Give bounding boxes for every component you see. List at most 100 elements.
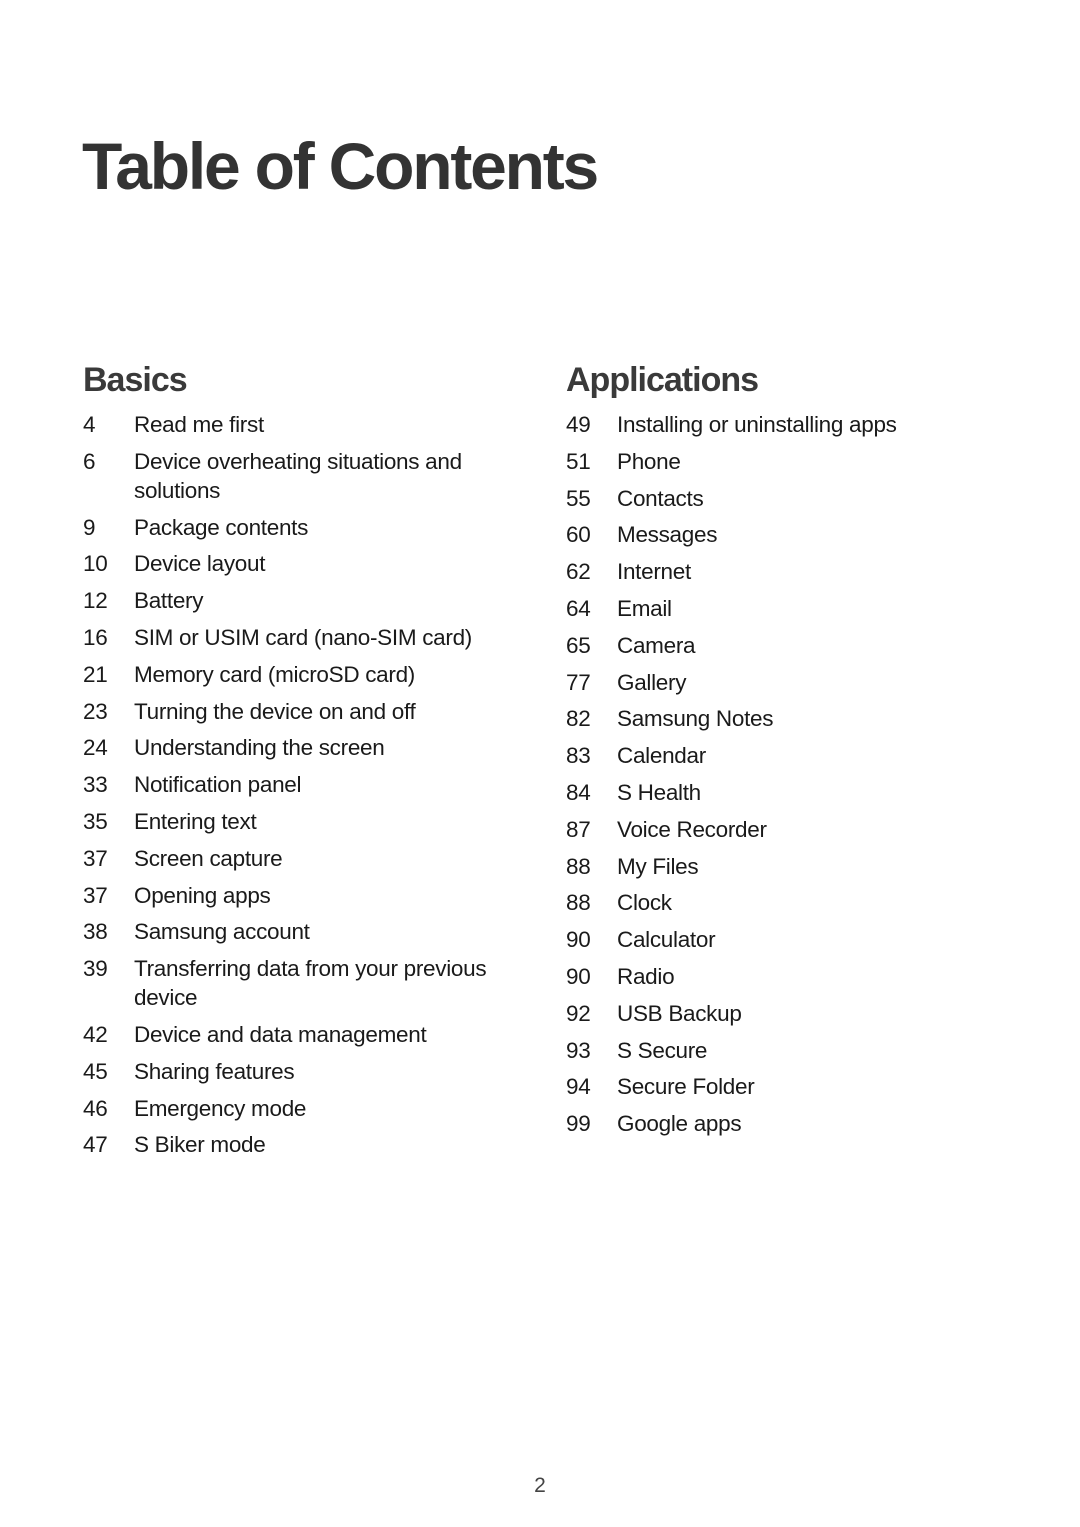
toc-entry[interactable]: 92 USB Backup <box>566 999 1006 1028</box>
toc-entry-label: Read me first <box>134 412 264 437</box>
toc-page-number: 23 <box>83 698 108 724</box>
toc-page-number: 16 <box>83 624 108 650</box>
toc-entry-label: S Health <box>617 779 701 805</box>
toc-entry[interactable]: 9 Package contents <box>83 513 513 542</box>
toc-entry-label: Samsung Notes <box>617 706 774 732</box>
toc-entry[interactable]: 35 Entering text <box>83 807 513 836</box>
toc-page-number: 62 <box>566 559 591 585</box>
toc-entry-label: Calculator <box>617 927 716 953</box>
toc-entry[interactable]: 90 Radio <box>566 962 1006 991</box>
toc-entry[interactable]: 45 Sharing features <box>83 1057 513 1086</box>
toc-entry[interactable]: 62 Internet <box>566 557 1006 586</box>
toc-entry-label: My Files <box>617 853 699 879</box>
toc-page-number: 87 <box>566 816 591 842</box>
toc-entry-label: Turning the device on and off <box>134 698 416 724</box>
toc-entry-label: Notification panel <box>134 772 302 798</box>
toc-entry[interactable]: 88 Clock <box>566 888 1006 917</box>
toc-entry-label: Opening apps <box>134 882 271 908</box>
toc-entry[interactable]: 10 Device layout <box>83 549 513 578</box>
toc-page-number: 35 <box>83 808 108 834</box>
toc-entry-label: Calendar <box>617 743 706 769</box>
toc-entry-label: Memory card (microSD card) <box>134 661 415 687</box>
toc-page-number: 10 <box>83 551 108 577</box>
toc-entry-label: Transferring data from your previous dev… <box>134 956 487 1011</box>
toc-entry[interactable]: 87 Voice Recorder <box>566 815 1006 844</box>
toc-entry[interactable]: 47 S Biker mode <box>83 1130 513 1159</box>
toc-page-number: 94 <box>566 1074 591 1100</box>
toc-entry-label: Messages <box>617 522 718 548</box>
toc-list: 49 Installing or uninstalling apps 51 Phone… <box>566 410 1006 1138</box>
toc-entry-label: Sharing features <box>134 1058 295 1084</box>
toc-entry[interactable]: 55 Contacts <box>566 484 1006 513</box>
toc-entry-label: Clock <box>617 890 672 916</box>
toc-page-number: 51 <box>566 448 591 474</box>
toc-entry[interactable]: 16 SIM or USIM card (nano-SIM card) <box>83 623 513 652</box>
page-number: 2 <box>534 1474 546 1497</box>
toc-entry[interactable]: 37 Screen capture <box>83 844 513 873</box>
page-title: Table of Contents <box>82 129 599 203</box>
toc-page-number: 6 <box>83 448 96 474</box>
toc-entry-label: Secure Folder <box>617 1074 755 1100</box>
toc-entry[interactable]: 23 Turning the device on and off <box>83 697 513 726</box>
toc-page-number: 45 <box>83 1058 108 1084</box>
toc-entry[interactable]: 24 Understanding the screen <box>83 733 513 762</box>
toc-entry[interactable]: 12 Battery <box>83 586 513 615</box>
toc-page-number: 88 <box>566 853 591 879</box>
toc-entry[interactable]: 82 Samsung Notes <box>566 704 1006 733</box>
toc-entry[interactable]: 84 S Health <box>566 778 1006 807</box>
toc-page-number: 42 <box>83 1021 108 1047</box>
toc-entry-label: Emergency mode <box>134 1095 307 1121</box>
toc-entry-label: S Biker mode <box>134 1132 266 1158</box>
toc-entry-label: Phone <box>617 448 681 474</box>
toc-entry[interactable]: 6 Device overheating situations and solut… <box>83 447 513 505</box>
toc-entry[interactable]: 65 Camera <box>566 631 1006 660</box>
toc-page-number: 64 <box>566 595 591 621</box>
toc-entry[interactable]: 49 Installing or uninstalling apps <box>566 410 1006 439</box>
toc-entry[interactable]: 39 Transferring data from your previous d… <box>83 954 513 1012</box>
toc-entry[interactable]: 99 Google apps <box>566 1109 1006 1138</box>
toc-entry-label: Internet <box>617 559 691 585</box>
toc-page-number: 99 <box>566 1111 591 1137</box>
toc-page-number: 49 <box>566 412 591 437</box>
toc-page-number: 47 <box>83 1132 108 1158</box>
toc-page-number: 84 <box>566 779 591 805</box>
toc-page-number: 93 <box>566 1037 591 1063</box>
toc-entry[interactable]: 60 Messages <box>566 520 1006 549</box>
toc-page-number: 88 <box>566 890 591 916</box>
toc-entry[interactable]: 83 Calendar <box>566 741 1006 770</box>
toc-entry-label: S Secure <box>617 1037 708 1063</box>
toc-entry[interactable]: 42 Device and data management <box>83 1020 513 1049</box>
toc-page-number: 37 <box>83 845 108 871</box>
toc-entry[interactable]: 46 Emergency mode <box>83 1094 513 1123</box>
toc-page-number: 90 <box>566 927 591 953</box>
toc-page-number: 92 <box>566 1000 591 1026</box>
toc-entry[interactable]: 90 Calculator <box>566 925 1006 954</box>
toc-entry-label: Device overheating situations and soluti… <box>134 448 462 503</box>
toc-entry[interactable]: 33 Notification panel <box>83 770 513 799</box>
toc-page-number: 60 <box>566 522 591 548</box>
toc-entry[interactable]: 4 Read me first <box>83 410 513 439</box>
toc-entry-label: Contacts <box>617 485 704 511</box>
toc-entry[interactable]: 51 Phone <box>566 447 1006 476</box>
toc-entry[interactable]: 77 Gallery <box>566 668 1006 697</box>
toc-page-number: 12 <box>83 588 108 614</box>
toc-entry-label: Email <box>617 595 672 621</box>
section-basics: Basics 4 Read me first 6 Device overheating… <box>83 358 513 1167</box>
toc-entry[interactable]: 21 Memory card (microSD card) <box>83 660 513 689</box>
toc-page-number: 83 <box>566 743 591 769</box>
toc-entry-label: Entering text <box>134 808 257 834</box>
toc-entry-label: Device layout <box>134 551 266 577</box>
toc-entry[interactable]: 94 Secure Folder <box>566 1072 1006 1101</box>
toc-page-number: 21 <box>83 661 108 687</box>
toc-entry-label: Battery <box>134 588 204 614</box>
toc-entry[interactable]: 37 Opening apps <box>83 881 513 910</box>
toc-entry-label: Understanding the screen <box>134 735 385 761</box>
toc-entry[interactable]: 88 My Files <box>566 852 1006 881</box>
toc-entry-label: SIM or USIM card (nano-SIM card) <box>134 624 472 650</box>
toc-entry[interactable]: 38 Samsung account <box>83 917 513 946</box>
toc-entry-label: Camera <box>617 632 696 658</box>
toc-entry[interactable]: 93 S Secure <box>566 1036 1006 1065</box>
toc-entry-label: Device and data management <box>134 1021 427 1047</box>
toc-page-number: 4 <box>83 412 96 437</box>
toc-entry[interactable]: 64 Email <box>566 594 1006 623</box>
